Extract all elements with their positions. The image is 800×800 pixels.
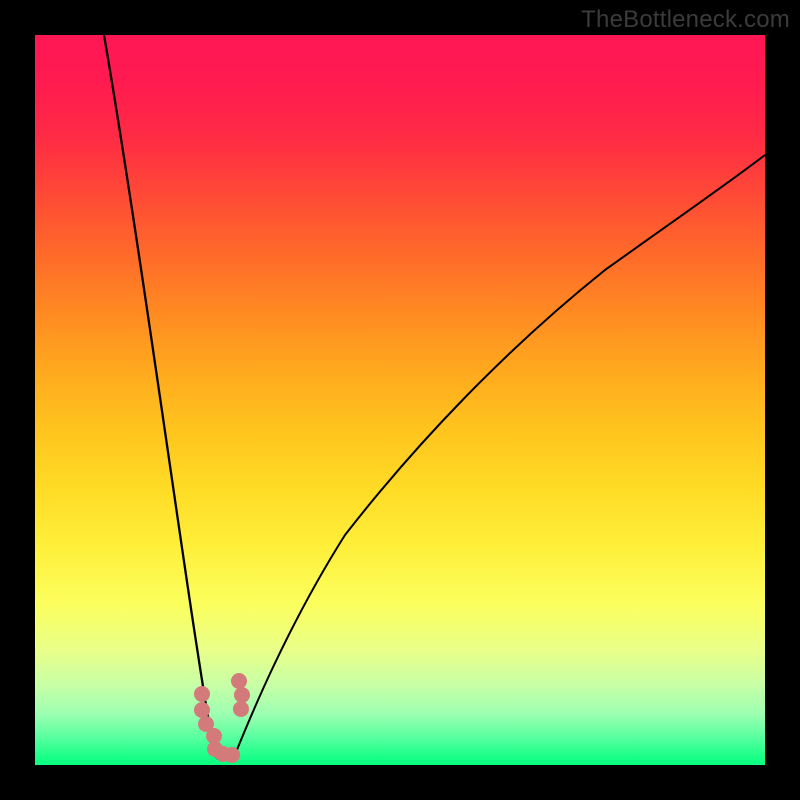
curves-svg [35,35,765,765]
left-curve [104,35,217,758]
left-drag-dots[interactable] [194,686,240,763]
right-drag-dots[interactable] [231,673,250,717]
right-curve [234,155,765,757]
chart-frame: TheBottleneck.com [0,0,800,800]
plot-area [35,35,765,765]
watermark-text: TheBottleneck.com [581,6,790,34]
